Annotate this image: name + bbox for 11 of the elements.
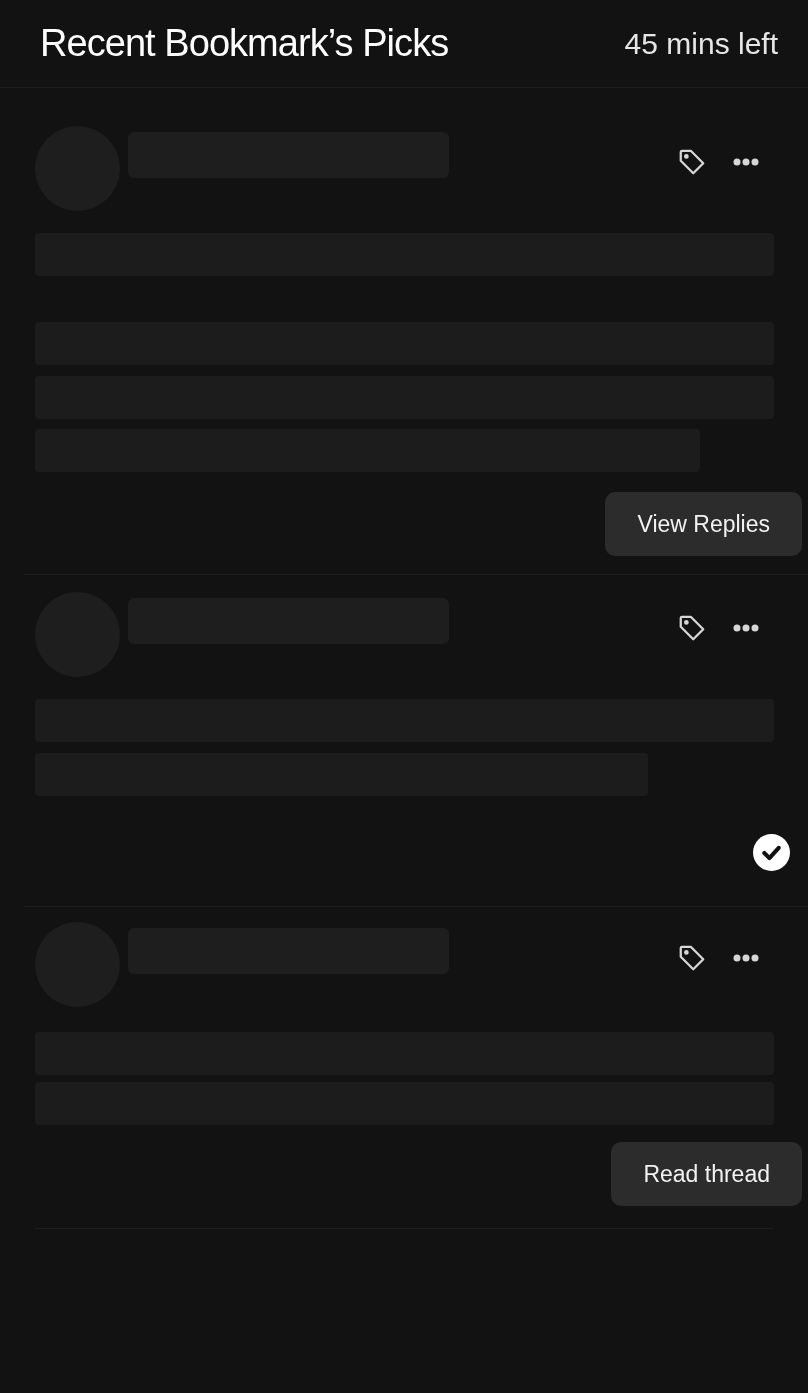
- tag-icon[interactable]: [677, 147, 707, 177]
- tag-icon[interactable]: [677, 943, 707, 973]
- time-left: 45 mins left: [624, 26, 778, 62]
- tag-icon[interactable]: [677, 613, 707, 643]
- action-button[interactable]: View Replies: [605, 492, 802, 556]
- more-icon[interactable]: [733, 158, 759, 166]
- check-icon: [753, 834, 790, 871]
- more-icon[interactable]: [733, 954, 759, 962]
- page-title: Recent Bookmark’s Picks: [40, 21, 449, 66]
- action-button[interactable]: Read thread: [611, 1142, 802, 1206]
- more-icon[interactable]: [733, 624, 759, 632]
